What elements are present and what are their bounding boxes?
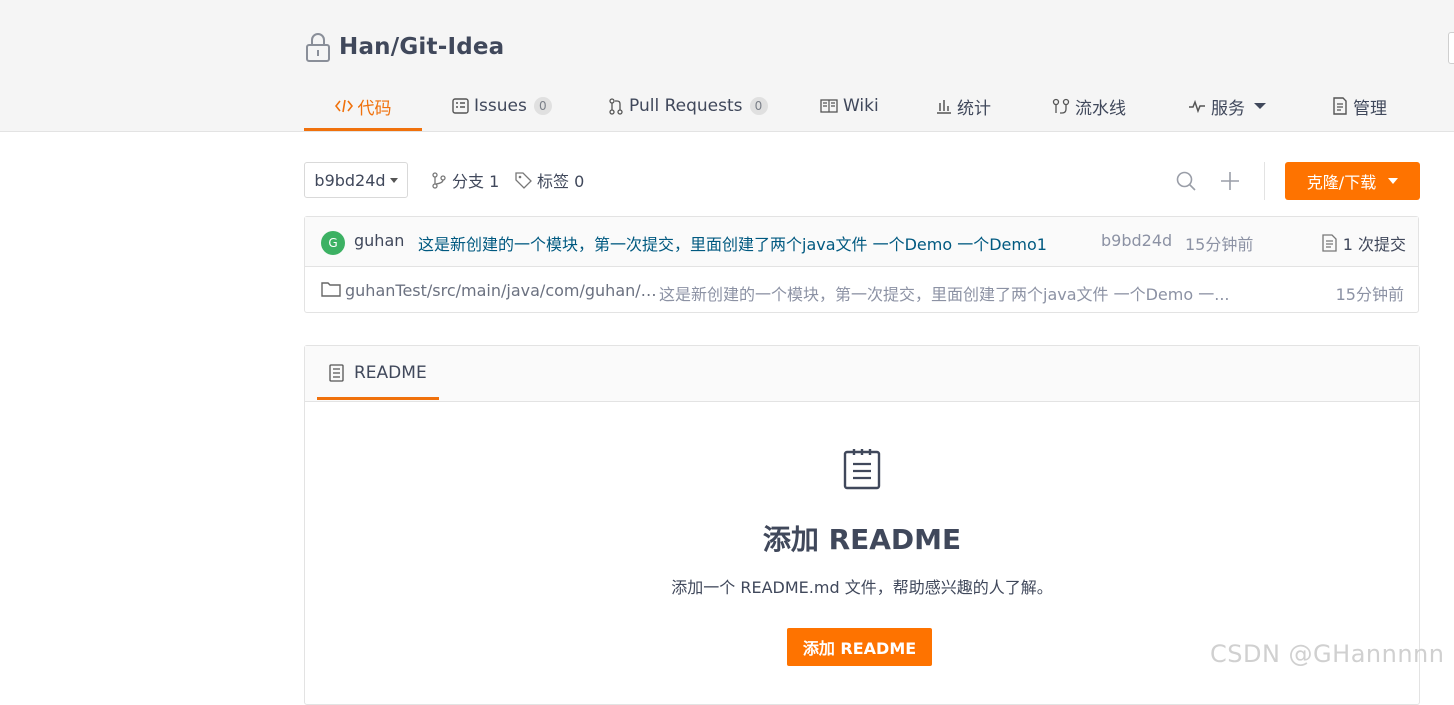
tab-pipeline[interactable]: 流水线 [1052,84,1126,128]
commit-count-link[interactable]: 1 次提交 [1322,231,1406,255]
document-icon [329,363,344,382]
commit-sha[interactable]: b9bd24d [1101,231,1172,250]
plus-icon[interactable] [1219,170,1241,192]
search-icon[interactable] [1175,170,1197,192]
pull-requests-count-badge: 0 [749,97,768,115]
branches-link[interactable]: 分支 1 [431,162,499,198]
avatar[interactable]: G [321,231,345,255]
file-list: G guhan 这是新创建的一个模块，第一次提交，里面创建了两个java文件 一… [304,216,1419,313]
commit-author[interactable]: guhan [354,231,404,250]
tab-readme[interactable]: README [317,346,439,400]
file-time: 15分钟前 [1335,285,1404,304]
commit-message[interactable]: 这是新创建的一个模块，第一次提交，里面创建了两个java文件 一个Demo 一个… [418,231,1047,255]
tab-pull-requests[interactable]: Pull Requests 0 [608,84,768,128]
issues-icon [452,98,469,114]
clone-download-button[interactable]: 克隆/下载 [1285,162,1420,200]
service-icon [1189,99,1205,113]
manage-icon [1333,97,1347,115]
caret-down-icon [389,177,398,183]
latest-commit-row: G guhan 这是新创建的一个模块，第一次提交，里面创建了两个java文件 一… [305,217,1418,267]
repo-title: Han/Git-Idea [305,30,504,64]
tag-icon [515,171,532,189]
commit-time: 15分钟前 [1185,235,1254,254]
pipeline-icon [1052,98,1070,114]
chevron-down-icon [1254,103,1266,109]
wiki-icon [820,99,838,113]
tab-code[interactable]: 代码 [304,84,422,131]
chart-icon [937,100,951,114]
tab-statistics[interactable]: 统计 [936,84,991,128]
pull-request-icon [609,97,623,115]
lock-icon [306,33,330,62]
document-icon [843,449,881,490]
repo-header: Han/Git-Idea 代码 Issues 0 Pull Requests 0… [0,0,1454,132]
empty-readme-description: 添加一个 README.md 文件，帮助感兴趣的人了解。 [671,578,1053,597]
branch-icon [432,171,446,189]
file-commit-message[interactable]: 这是新创建的一个模块，第一次提交，里面创建了两个java文件 一个Demo 一.… [659,281,1271,305]
toolbar-divider [1264,162,1265,200]
repo-name[interactable]: Han/Git-Idea [339,34,504,60]
tags-link[interactable]: 标签 0 [515,162,584,198]
tab-manage[interactable]: 管理 [1332,84,1387,128]
file-path-link[interactable]: guhanTest/src/main/java/com/guhan/t... [345,281,658,300]
commit-history-icon [1322,234,1337,252]
tab-services[interactable]: 服务 [1188,84,1271,128]
watermark: CSDN @GHannnnn [1210,640,1445,668]
tab-wiki[interactable]: Wiki [820,84,879,128]
code-icon [334,99,353,113]
header-corner-button[interactable] [1448,32,1454,64]
issues-count-badge: 0 [533,97,552,115]
empty-readme-title: 添加 README [762,523,962,556]
chevron-down-icon [1388,178,1399,184]
tab-issues[interactable]: Issues 0 [452,84,552,128]
folder-icon [321,282,341,297]
branch-select[interactable]: b9bd24d [304,162,408,198]
table-row: guhanTest/src/main/java/com/guhan/t... 这… [305,267,1418,313]
add-readme-button[interactable]: 添加 README [787,628,932,666]
repo-toolbar: b9bd24d 分支 1 标签 0 克隆/下载 [304,162,1420,202]
readme-header: README [305,346,1419,402]
